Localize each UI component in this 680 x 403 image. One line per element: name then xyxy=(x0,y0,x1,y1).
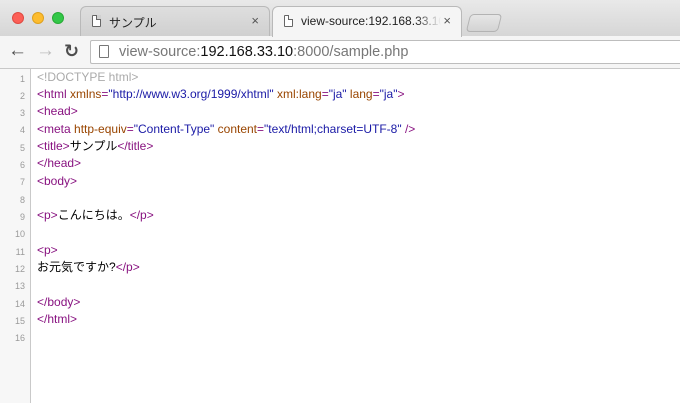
url-text[interactable]: view-source:192.168.33.10:8000/sample.ph… xyxy=(119,44,408,60)
line-number: 15 xyxy=(14,316,25,326)
forward-arrow-icon[interactable]: → xyxy=(36,40,55,62)
source-view: 1 2 3 4 5 6 7 8 9 10 11 12 13 14 15 16 <… xyxy=(0,69,680,403)
browser-window: サンプル × view-source:192.168.33.10:8000/sa… xyxy=(0,0,680,403)
page-icon xyxy=(284,15,293,27)
attr-value: "ja" xyxy=(328,87,347,101)
attr-equals: = xyxy=(372,87,380,101)
paragraph-text: こんにちは。 xyxy=(57,208,130,222)
line-number: 10 xyxy=(14,229,25,239)
line-number: 3 xyxy=(19,108,25,118)
line-number: 6 xyxy=(19,160,25,170)
code-line-6: </head> xyxy=(37,155,81,172)
meta-open-tag: <meta xyxy=(37,122,71,136)
doctype: <!DOCTYPE html> xyxy=(37,70,139,84)
code-line-5: <title>サンプル</title> xyxy=(37,138,153,155)
window-minimize-button[interactable] xyxy=(32,12,44,24)
code-line-7: <body> xyxy=(37,173,77,190)
window-close-button[interactable] xyxy=(12,12,24,24)
tab-title: サンプル xyxy=(109,16,157,30)
attr-name: lang xyxy=(349,87,373,101)
line-number: 14 xyxy=(14,299,25,309)
line-number: 11 xyxy=(15,247,25,257)
code-line-14: </body> xyxy=(37,294,80,311)
p-open-tag: <p> xyxy=(37,208,58,222)
code-line-2: <html xmlns = "http://www.w3.org/1999/xhtm… xyxy=(37,86,404,103)
html-close-tag: </html> xyxy=(37,312,78,326)
code-line-9: <p>こんにちは。</p> xyxy=(37,207,154,224)
code-line-11: <p> xyxy=(37,242,58,259)
title-close-tag: </title> xyxy=(117,139,154,153)
url-path: :8000/sample.php xyxy=(293,44,409,60)
line-number: 13 xyxy=(14,281,25,291)
head-close-tag: </head> xyxy=(37,156,82,170)
title-text: サンプル xyxy=(69,139,118,153)
attr-equals: = xyxy=(321,87,329,101)
tab-sample[interactable]: サンプル × xyxy=(80,6,270,36)
line-number-gutter: 1 2 3 4 5 6 7 8 9 10 11 12 13 14 15 16 xyxy=(0,69,31,403)
body-close-tag: </body> xyxy=(37,295,81,309)
tab-title: view-source:192.168.33.10:8000/sample.ph… xyxy=(301,14,441,28)
reload-icon[interactable]: ↻ xyxy=(64,40,79,62)
attr-name: xmlns xyxy=(70,87,102,101)
attr-value: "text/html;charset=UTF-8" xyxy=(264,122,402,136)
address-bar[interactable]: view-source:192.168.33.10:8000/sample.ph… xyxy=(90,40,680,64)
code-line-4: <meta http-equiv="Content-Type" content=… xyxy=(37,121,415,138)
attr-name: xml:lang xyxy=(277,87,322,101)
body-open-tag: <body> xyxy=(37,174,78,188)
p-close-tag: </p> xyxy=(115,260,140,274)
line-number: 7 xyxy=(19,177,25,187)
attr-name: http-equiv xyxy=(74,122,127,136)
code-line-1: <!DOCTYPE html> xyxy=(37,69,138,86)
tab-strip: サンプル × view-source:192.168.33.10:8000/sa… xyxy=(0,0,680,37)
line-number: 8 xyxy=(19,195,25,205)
attr-value: "Content-Type" xyxy=(133,122,215,136)
line-number: 1 xyxy=(19,74,25,84)
attr-equals: = xyxy=(257,122,265,136)
attr-value: "http://www.w3.org/1999/xhtml" xyxy=(108,87,274,101)
page-icon xyxy=(99,45,109,58)
p-open-tag: <p> xyxy=(37,243,58,257)
line-number: 2 xyxy=(19,91,25,101)
tab-close-icon[interactable]: × xyxy=(251,13,259,28)
attr-value: "ja" xyxy=(379,87,398,101)
code-line-15: </html> xyxy=(37,311,77,328)
new-tab-button[interactable] xyxy=(465,14,503,32)
url-host: 192.168.33.10 xyxy=(200,44,294,60)
page-icon xyxy=(92,15,101,27)
tab-close-icon[interactable]: × xyxy=(443,13,451,28)
line-number: 4 xyxy=(19,125,25,135)
attr-equals: = xyxy=(126,122,134,136)
code-line-3: <head> xyxy=(37,103,78,120)
tag-close: > xyxy=(397,87,405,101)
code-line-12: お元気ですか?</p> xyxy=(37,259,140,276)
tag-close: /> xyxy=(401,122,416,136)
url-prefix: view-source: xyxy=(119,44,201,60)
line-number: 12 xyxy=(14,264,25,274)
title-open-tag: <title> xyxy=(37,139,70,153)
toolbar: ← → ↻ view-source:192.168.33.10:8000/sam… xyxy=(0,36,680,69)
html-open-tag: <html xyxy=(37,87,67,101)
p-close-tag: </p> xyxy=(129,208,154,222)
head-open-tag: <head> xyxy=(37,104,78,118)
line-number: 16 xyxy=(14,333,25,343)
window-maximize-button[interactable] xyxy=(52,12,64,24)
attr-name: content xyxy=(217,122,258,136)
tab-view-source[interactable]: view-source:192.168.33.10:8000/sample.ph… xyxy=(272,6,462,37)
line-number: 5 xyxy=(19,143,25,153)
paragraph-text: お元気ですか? xyxy=(37,260,116,274)
line-number: 9 xyxy=(19,212,25,222)
back-arrow-icon[interactable]: ← xyxy=(8,40,27,62)
